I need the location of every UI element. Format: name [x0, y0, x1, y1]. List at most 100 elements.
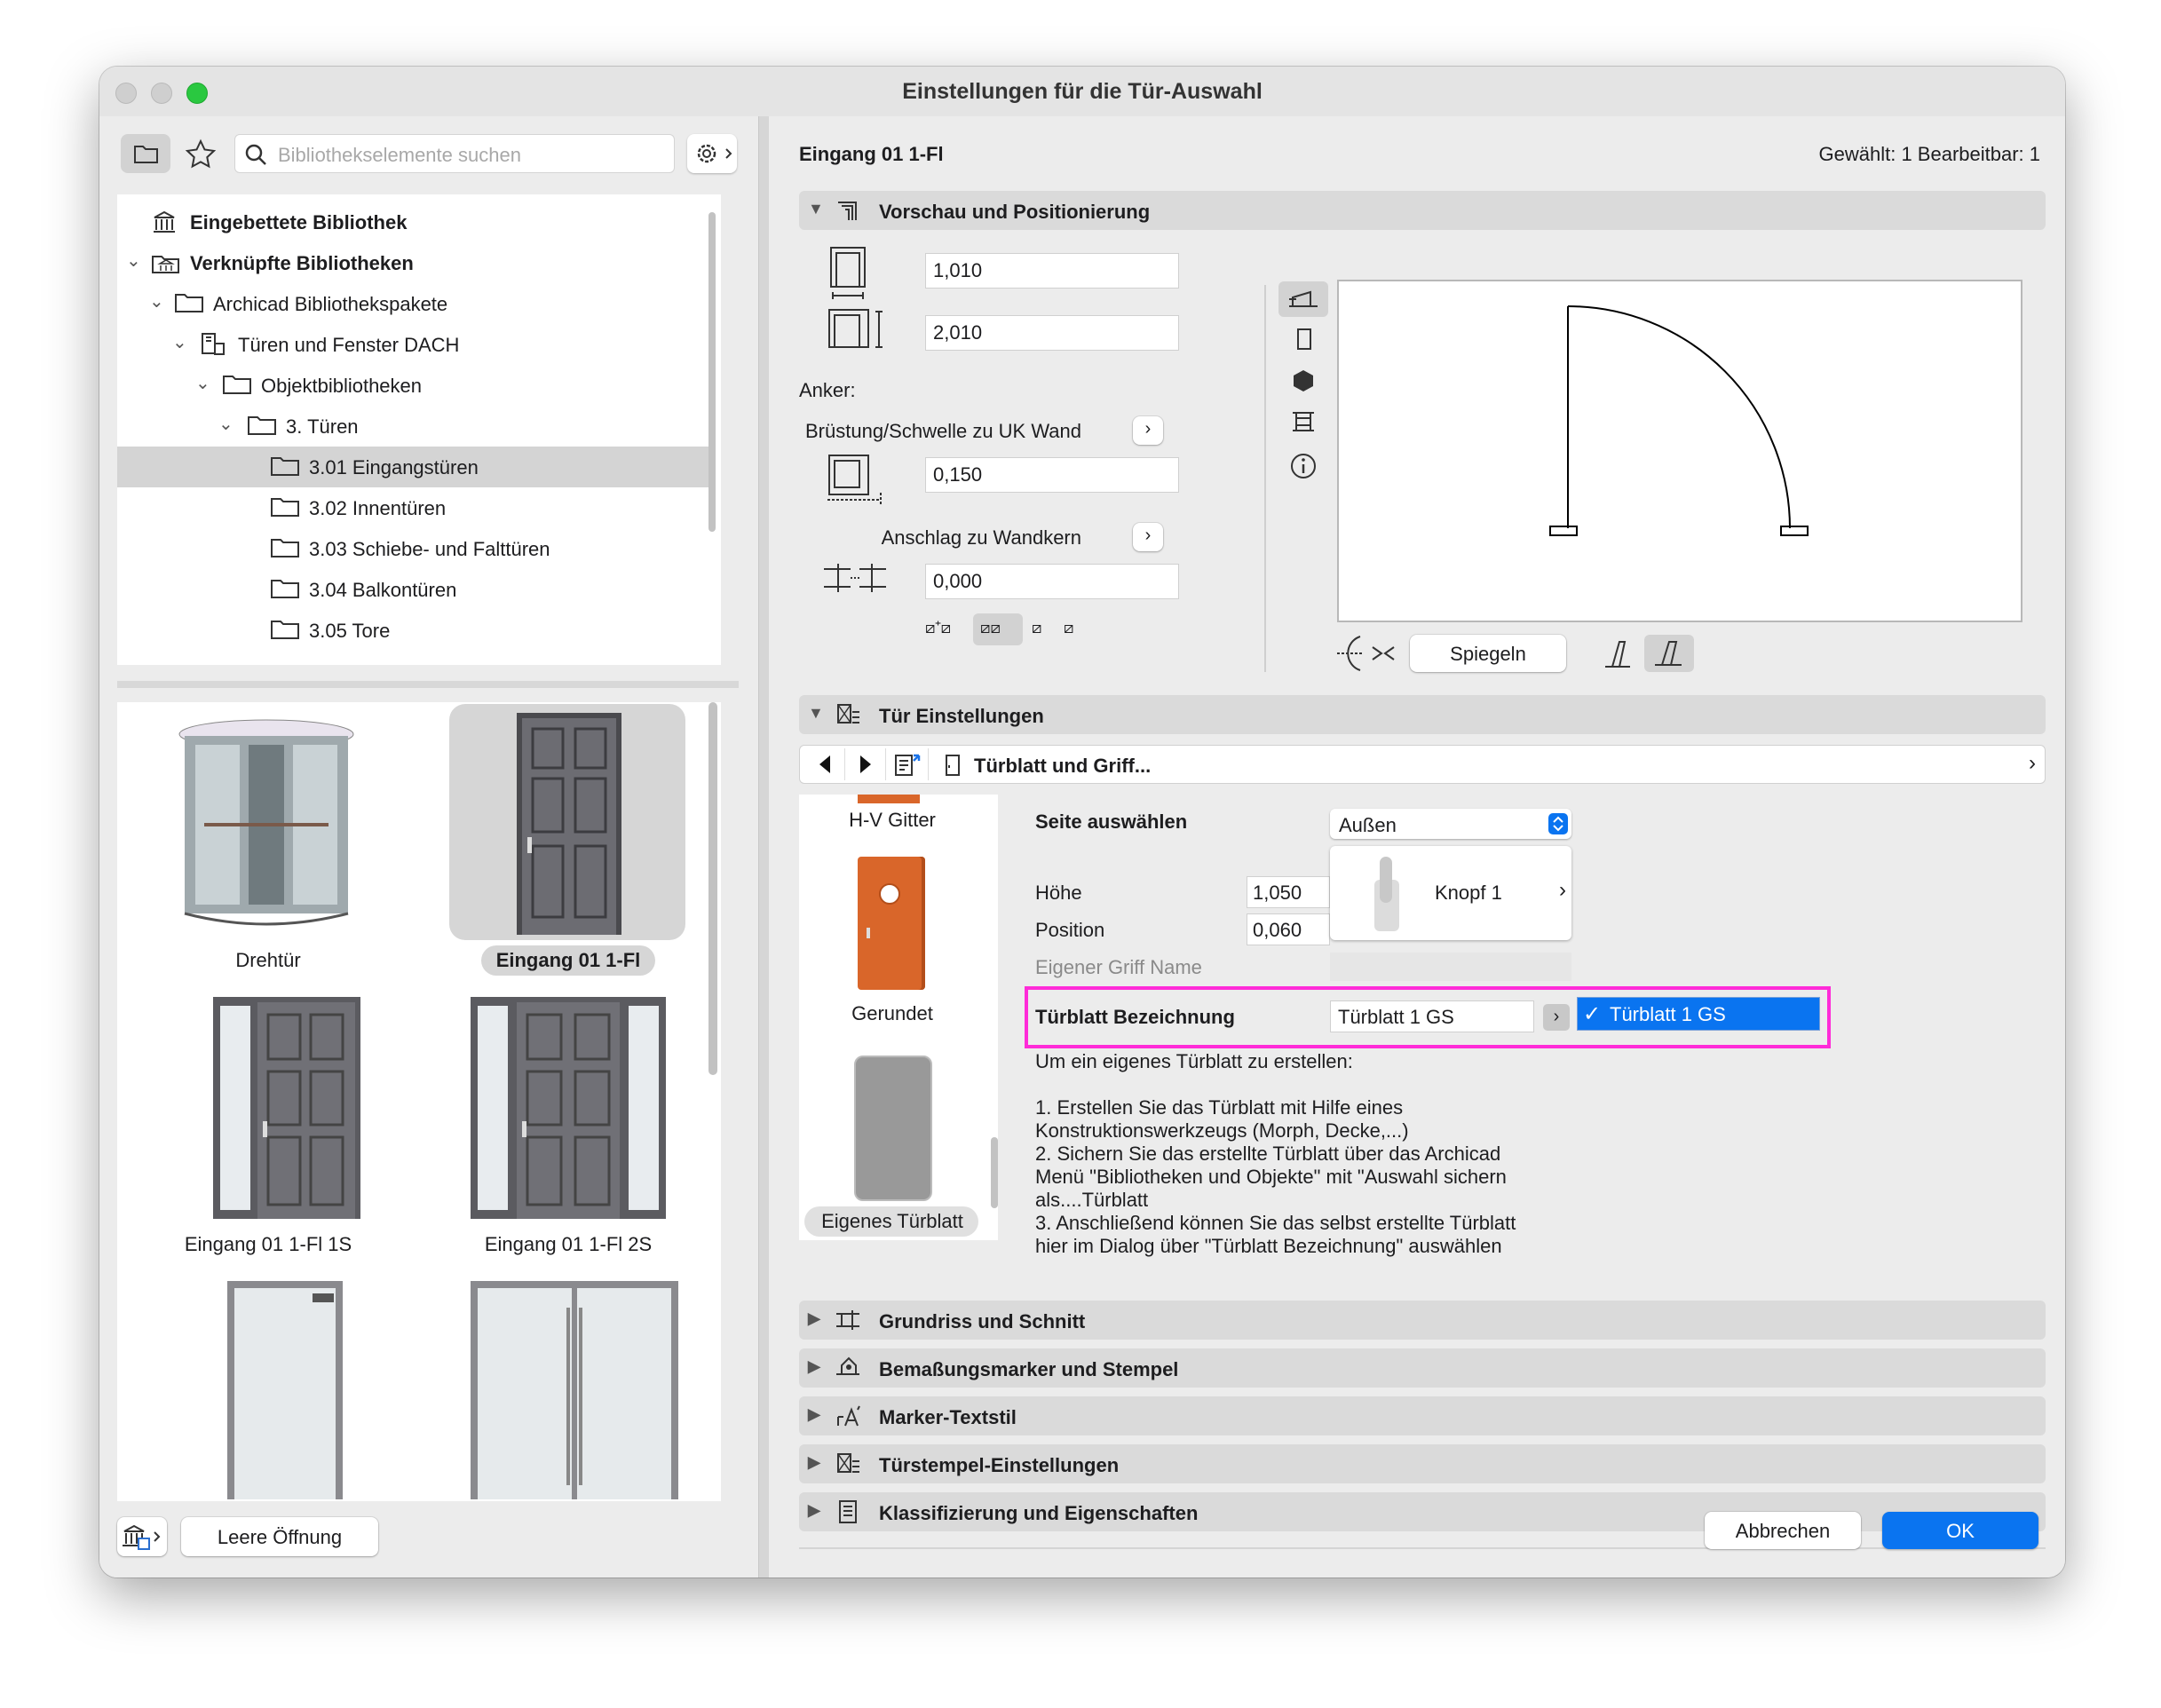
section-door-stamp-settings[interactable]: ▶ Türstempel-Einstellungen — [799, 1444, 2046, 1483]
tile-entrance-door[interactable]: Eingang 01 1-Fl — [435, 709, 701, 976]
reveal-field[interactable]: 0,000 — [925, 564, 1179, 599]
thumb-label[interactable]: H-V Gitter — [799, 809, 986, 832]
section-preview-header[interactable]: ▼ Vorschau und Positionierung — [799, 191, 2046, 230]
door-settings-icon — [837, 704, 859, 724]
reveal-reference-button[interactable]: › — [1133, 523, 1163, 551]
tree-item-linked-libraries[interactable]: ⌄ Verknüpfte Bibliotheken — [117, 242, 712, 283]
leaf-popup-menu-item[interactable]: ✓ Türblatt 1 GS — [1577, 997, 1820, 1031]
section-dimension-markers[interactable]: ▶ Bemaßungsmarker und Stempel — [799, 1348, 2046, 1388]
tree-item-doors-windows-dach[interactable]: ⌄ Türen und Fenster DACH — [117, 324, 712, 365]
handle-picker-button[interactable]: Knopf 1 › — [1330, 846, 1571, 940]
tree-item-interior-doors[interactable]: 3.02 Innentüren — [117, 487, 712, 528]
hinge-left-icon[interactable] — [1600, 637, 1635, 672]
disclosure-collapsed-icon[interactable]: ▶ — [808, 1501, 820, 1520]
door-preview-canvas[interactable] — [1337, 280, 2022, 622]
folder-icon — [271, 580, 299, 598]
3d-view-icon[interactable] — [1289, 367, 1318, 395]
info-icon[interactable] — [1289, 452, 1318, 480]
tree-item-object-libraries[interactable]: ⌄ Objektbibliotheken — [117, 365, 712, 406]
library-settings-button[interactable] — [687, 134, 737, 173]
anchor-outside-icon[interactable]: ⧄⁺⧄ — [925, 619, 951, 637]
thumbs-scrollbar[interactable] — [991, 1137, 998, 1208]
sill-label: Brüstung/Schwelle zu UK Wand — [805, 420, 1081, 442]
chevron-down-icon[interactable]: ⌄ — [149, 290, 164, 312]
tile-revolving-door[interactable]: Drehtür — [135, 709, 401, 976]
chevron-down-icon[interactable]: ⌄ — [218, 413, 234, 435]
tree-item-entrance-doors[interactable]: 3.01 Eingangstüren — [117, 447, 712, 487]
library-manager-button[interactable] — [117, 1517, 167, 1556]
search-icon — [245, 144, 266, 165]
favorites-button[interactable] — [181, 134, 220, 173]
folder-icon — [223, 376, 251, 394]
leaf-name-popup-button[interactable]: › — [1543, 1004, 1570, 1031]
disclosure-collapsed-icon[interactable]: ▶ — [808, 1453, 820, 1472]
previous-page-button[interactable] — [805, 748, 845, 780]
leaf-name-field[interactable]: Türblatt 1 GS — [1330, 1000, 1534, 1032]
disclosure-expanded-icon[interactable]: ▼ — [808, 200, 824, 218]
disclosure-collapsed-icon[interactable]: ▶ — [808, 1357, 820, 1376]
chevron-down-icon[interactable]: ⌄ — [172, 331, 187, 353]
tree-item-archicad-packages[interactable]: ⌄ Archicad Bibliothekspakete — [117, 283, 712, 324]
anchor-inner-face-icon[interactable]: ⧄ — [1064, 619, 1073, 637]
tree-item-doors[interactable]: ⌄ 3. Türen — [117, 406, 712, 447]
folder-view-button[interactable] — [121, 134, 170, 173]
anchor-inside-icon[interactable]: ⧄ — [1032, 619, 1041, 637]
anchor-label: Anker: — [799, 379, 856, 401]
custom-leaf-thumb-image[interactable] — [854, 1056, 932, 1201]
mirror-button[interactable]: Spiegeln — [1410, 635, 1566, 672]
glass-door-image — [227, 1281, 343, 1499]
sill-reference-button[interactable]: › — [1133, 416, 1163, 445]
floor-plan-view-button[interactable] — [1278, 281, 1328, 317]
hinge-right-button[interactable] — [1644, 635, 1694, 672]
anchor-core-icon: ⧄⧄ — [980, 619, 1001, 637]
library-package-icon — [202, 333, 225, 355]
elevation-view-icon[interactable] — [1289, 326, 1318, 354]
thumb-label[interactable]: Gerundet — [799, 1002, 986, 1025]
tree-scrollbar[interactable] — [708, 212, 716, 532]
disclosure-expanded-icon[interactable]: ▼ — [808, 704, 824, 723]
next-page-button[interactable] — [846, 748, 886, 780]
page-title: Türblatt und Griff... — [974, 755, 1152, 777]
handle-position-field[interactable]: 0,060 — [1247, 913, 1330, 945]
section-door-settings-header[interactable]: ▼ Tür Einstellungen — [799, 695, 2046, 734]
rounded-door-thumb-image[interactable] — [858, 857, 925, 990]
tree-item-gates[interactable]: 3.05 Tore — [117, 610, 712, 651]
tree-item-label: 3.05 Tore — [309, 620, 391, 642]
tile-entrance-door-1s[interactable]: Eingang 01 1-Fl 1S — [135, 993, 401, 1260]
empty-opening-button[interactable]: Leere Öffnung — [181, 1517, 378, 1556]
handle-height-field[interactable]: 1,050 — [1247, 876, 1330, 908]
tile-label: Eingang 01 1-Fl 1S — [184, 1233, 352, 1255]
page-list-button[interactable] — [889, 748, 929, 780]
cancel-button[interactable]: Abbrechen — [1705, 1512, 1861, 1549]
sill-height-icon — [827, 455, 882, 505]
tile-double-glass-door[interactable] — [435, 1277, 701, 1499]
thumb-label[interactable]: Eigenes Türblatt — [799, 1210, 986, 1233]
tree-item-sliding-doors[interactable]: 3.03 Schiebe- und Falttüren — [117, 528, 712, 569]
folder-icon — [271, 621, 299, 639]
ok-button[interactable]: OK — [1882, 1512, 2038, 1549]
disclosure-collapsed-icon[interactable]: ▶ — [808, 1309, 820, 1328]
width-field[interactable]: 1,010 — [925, 253, 1179, 289]
tree-item-balcony-doors[interactable]: 3.04 Balkontüren — [117, 569, 712, 610]
pane-splitter[interactable] — [117, 681, 739, 688]
tile-glass-door[interactable] — [135, 1277, 401, 1499]
tile-entrance-door-2s[interactable]: Eingang 01 1-Fl 2S — [435, 993, 701, 1260]
section-marker-text-style[interactable]: ▶ Marker-Textstil — [799, 1396, 2046, 1435]
side-select-dropdown[interactable]: Außen — [1330, 809, 1571, 839]
sill-field[interactable]: 0,150 — [925, 457, 1179, 493]
mirror-opening-icon — [1337, 636, 1395, 671]
tree-item-label: Objektbibliotheken — [261, 375, 423, 397]
chevron-right-icon[interactable]: › — [2029, 751, 2036, 776]
height-field[interactable]: 2,010 — [925, 315, 1179, 351]
disclosure-collapsed-icon[interactable]: ▶ — [808, 1405, 820, 1424]
section-floor-plan-section[interactable]: ▶ Grundriss und Schnitt — [799, 1301, 2046, 1340]
footer-separator — [799, 1547, 2046, 1549]
chevron-down-icon[interactable]: ⌄ — [195, 372, 210, 394]
tree-item-embedded-library[interactable]: Eingebettete Bibliothek — [117, 202, 712, 242]
chevron-down-icon[interactable]: ⌄ — [126, 249, 141, 272]
hinge-right-icon — [1655, 641, 1682, 666]
folder-icon — [271, 498, 299, 517]
library-search-field[interactable]: Bibliothekselemente suchen — [234, 134, 675, 173]
section-view-icon[interactable] — [1289, 407, 1318, 436]
tiles-scrollbar[interactable] — [708, 702, 717, 1075]
